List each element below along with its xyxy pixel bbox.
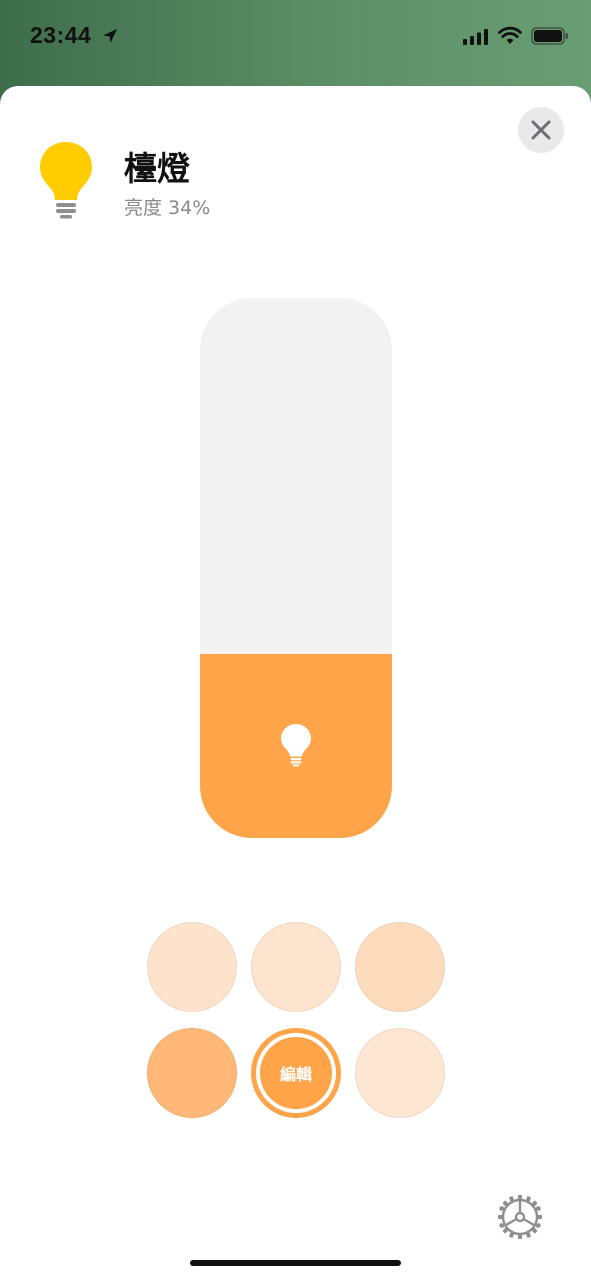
status-bar: 23:44 bbox=[0, 0, 591, 80]
color-preset-2[interactable] bbox=[251, 922, 341, 1012]
color-preset-4[interactable] bbox=[147, 1028, 237, 1118]
color-preset-3[interactable] bbox=[355, 922, 445, 1012]
gear-icon[interactable] bbox=[496, 1193, 544, 1245]
accessory-status: 亮度 34% bbox=[124, 197, 211, 219]
color-preset-6[interactable] bbox=[355, 1028, 445, 1118]
lightbulb-icon bbox=[38, 140, 94, 224]
slider-lightbulb-icon bbox=[280, 723, 312, 771]
wifi-icon bbox=[498, 26, 522, 50]
status-time: 23:44 bbox=[30, 22, 92, 48]
brightness-slider[interactable] bbox=[200, 298, 392, 838]
color-preset-edit-button[interactable]: 編輯 bbox=[251, 1028, 341, 1118]
color-preset-1[interactable] bbox=[147, 922, 237, 1012]
home-indicator[interactable] bbox=[190, 1260, 401, 1266]
edit-label: 編輯 bbox=[279, 1065, 312, 1084]
location-arrow-icon bbox=[101, 27, 119, 49]
cellular-signal-icon bbox=[463, 29, 489, 49]
close-icon bbox=[531, 120, 551, 140]
accessory-name: 檯燈 bbox=[124, 149, 190, 188]
battery-icon bbox=[531, 27, 569, 49]
close-button[interactable] bbox=[518, 107, 564, 153]
